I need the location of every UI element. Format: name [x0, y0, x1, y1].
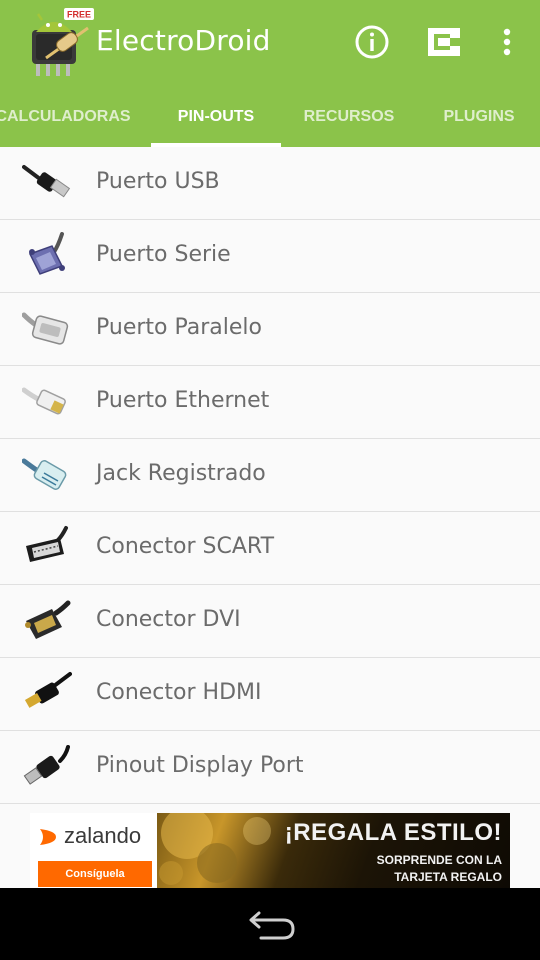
- list-item-hdmi[interactable]: Conector HDMI: [0, 658, 540, 731]
- ad-image-panel[interactable]: ¡REGALA ESTILO! SORPRENDE CON LA TARJETA…: [157, 813, 510, 888]
- more-options-icon[interactable]: [490, 22, 524, 62]
- ad-brand-name: zalando: [64, 823, 142, 848]
- tab-calculadoras[interactable]: CALCULADORAS: [0, 88, 134, 147]
- plugin-icon[interactable]: [424, 22, 464, 62]
- list-item-displayport[interactable]: Pinout Display Port: [0, 731, 540, 804]
- rj-jack-icon: [22, 458, 67, 490]
- list-item-label: Conector SCART: [96, 534, 275, 559]
- list-item-usb[interactable]: Puerto USB: [0, 147, 540, 220]
- list-item-scart[interactable]: Conector SCART: [0, 512, 540, 585]
- list-item-label: Puerto Serie: [96, 242, 231, 267]
- hdmi-cable-icon: [24, 672, 72, 708]
- app-logo-icon: FREE: [32, 8, 94, 76]
- usb-cable-icon: [22, 165, 71, 198]
- ad-banner[interactable]: zalando Consíguela ¡REGALA ESTILO! SORPR…: [0, 804, 540, 888]
- system-navigation-bar: [0, 888, 540, 960]
- scart-connector-icon: [26, 526, 68, 562]
- list-item-serial[interactable]: Puerto Serie: [0, 220, 540, 293]
- ad-headline: ¡REGALA ESTILO!: [284, 819, 502, 846]
- tab-bar: CALCULADORAS PIN-OUTS RECURSOS PLUGINS: [0, 88, 540, 147]
- app-title: ElectroDroid: [96, 24, 271, 57]
- list-item-parallel[interactable]: Puerto Paralelo: [0, 293, 540, 366]
- app-screen: FREE ElectroDroid CALCULADORAS PIN-OUTS …: [0, 0, 540, 960]
- ad-subline-2: TARJETA REGALO: [394, 870, 502, 884]
- list-item-label: Jack Registrado: [96, 461, 266, 486]
- back-icon[interactable]: [243, 910, 297, 940]
- list-item-label: Puerto USB: [96, 169, 220, 194]
- displayport-cable-icon: [23, 745, 70, 785]
- list-item-dvi[interactable]: Conector DVI: [0, 585, 540, 658]
- tab-recursos[interactable]: RECURSOS: [290, 88, 408, 147]
- action-bar: FREE ElectroDroid: [0, 0, 540, 88]
- list-item-label: Puerto Paralelo: [96, 315, 262, 340]
- serial-connector-icon: [28, 232, 65, 275]
- list-item-ethernet[interactable]: Puerto Ethernet: [0, 366, 540, 439]
- list-item-label: Puerto Ethernet: [96, 388, 270, 413]
- list-item-label: Conector HDMI: [96, 680, 262, 705]
- list-item-label: Conector DVI: [96, 607, 241, 632]
- tab-pin-outs[interactable]: PIN-OUTS: [151, 88, 281, 147]
- dvi-connector-icon: [25, 600, 71, 639]
- parallel-connector-icon: [22, 312, 69, 345]
- ad-cta-button[interactable]: Consíguela: [38, 861, 152, 887]
- list-item-label: Pinout Display Port: [96, 753, 304, 778]
- info-icon[interactable]: [352, 22, 392, 62]
- tab-plugins[interactable]: PLUGINS: [420, 88, 538, 147]
- ad-brand-panel[interactable]: zalando Consíguela: [30, 813, 157, 888]
- list-item-registered-jack[interactable]: Jack Registrado: [0, 439, 540, 512]
- zalando-logo-icon: [40, 829, 56, 845]
- free-badge: FREE: [67, 10, 91, 20]
- ethernet-cable-icon: [22, 387, 66, 415]
- pinout-list: Puerto USB Puerto Serie Puerto Paralelo: [0, 147, 540, 804]
- ad-subline-1: SORPRENDE CON LA: [376, 853, 502, 867]
